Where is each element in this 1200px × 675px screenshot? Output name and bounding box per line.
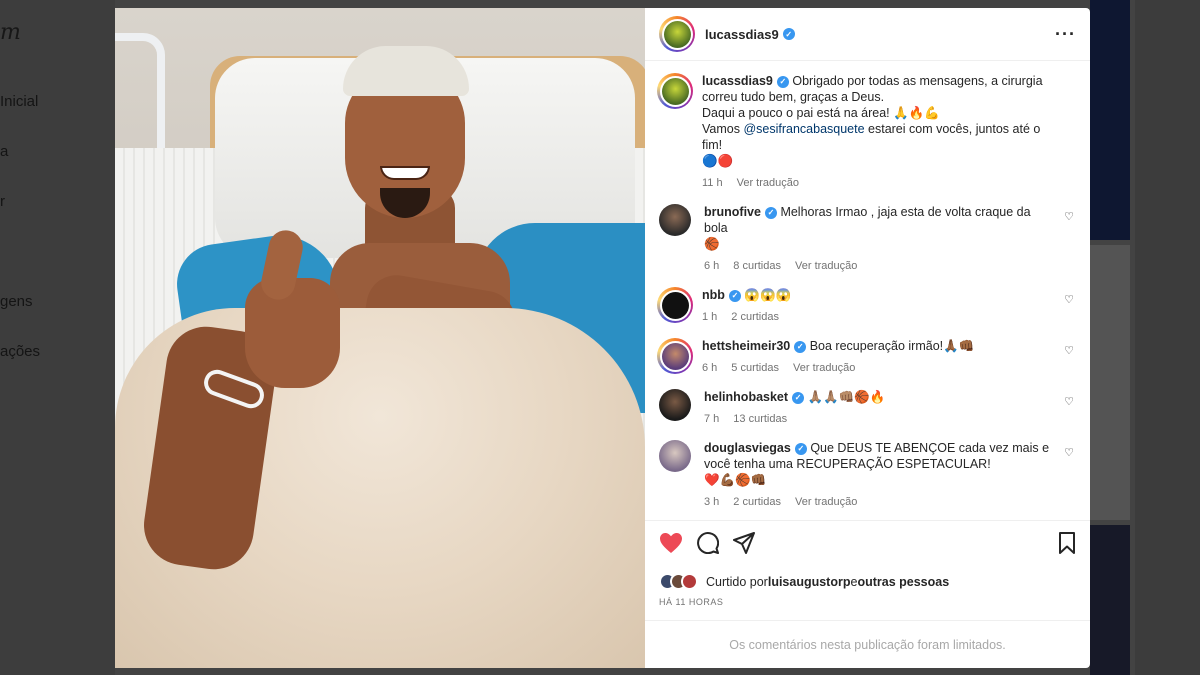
comments-list[interactable]: lucassdias9 ✓ Obrigado por todas as mensa… — [645, 61, 1090, 520]
liked-by-and: e — [850, 574, 858, 589]
liked-by-prefix: Curtido por — [706, 574, 768, 589]
mention-link[interactable]: @sesifrancabasquete — [743, 122, 864, 136]
verified-badge-icon: ✓ — [728, 289, 741, 302]
caption-username[interactable]: lucassdias9 — [702, 74, 773, 88]
post-details-panel: lucassdias9 ✓ ··· lucassdias9 ✓ Obrigado … — [645, 8, 1090, 668]
liker-avatars[interactable] — [659, 573, 698, 590]
comments-limited-notice: Os comentários nesta publicação foram li… — [645, 620, 1090, 668]
comment-like-heart-icon[interactable]: ♡ — [1064, 446, 1074, 459]
comment-username[interactable]: douglasviegas — [704, 441, 791, 455]
comment-username[interactable]: nbb — [702, 288, 725, 302]
translate-link[interactable]: Ver tradução — [737, 175, 799, 191]
translate-link[interactable]: Ver tradução — [795, 258, 857, 274]
commenter-avatar[interactable] — [657, 338, 693, 374]
comment-text: 😱😱😱 — [744, 288, 792, 302]
commenter-avatar[interactable] — [659, 204, 691, 236]
comment-like-heart-icon[interactable]: ♡ — [1064, 344, 1074, 357]
caption-emoji: 🔵🔴 — [702, 154, 734, 168]
comment-item: brunofive ✓ Melhoras Irmao , jaja esta de… — [659, 204, 1076, 274]
comment-username[interactable]: brunofive — [704, 205, 761, 219]
liked-by-user[interactable]: luisaugustorp — [768, 575, 851, 589]
verified-badge-icon: ✓ — [776, 75, 789, 88]
action-icons-row — [659, 531, 1076, 559]
bookmark-icon[interactable] — [1058, 532, 1076, 558]
caption-text: Daqui a pouco o pai está na área! 🙏🔥💪 — [702, 106, 940, 120]
liked-by-others[interactable]: outras pessoas — [857, 575, 949, 589]
comment-time: 1 h — [702, 311, 718, 323]
verified-badge-icon: ✓ — [794, 442, 807, 455]
translate-link[interactable]: Ver tradução — [793, 360, 855, 376]
author-username[interactable]: lucassdias9 — [705, 27, 779, 42]
caption-avatar[interactable] — [657, 73, 693, 109]
verified-badge-icon: ✓ — [782, 28, 795, 40]
comment-likes[interactable]: 8 curtidas — [733, 258, 781, 274]
share-icon[interactable] — [733, 532, 755, 558]
comment-like-heart-icon[interactable]: ♡ — [1064, 293, 1074, 306]
comment-item: nbb ✓ 😱😱😱 1 h 2 curtidas ♡ — [657, 287, 1076, 325]
post-caption: lucassdias9 ✓ Obrigado por todas as mensa… — [657, 73, 1076, 191]
comment-text: 🏀 — [704, 237, 720, 251]
author-avatar[interactable] — [659, 16, 695, 52]
post-actions: Curtido por luisaugustorp e outras pesso… — [645, 520, 1090, 607]
heart-icon[interactable] — [659, 532, 683, 558]
comment-likes[interactable]: 2 curtidas — [733, 494, 781, 510]
translate-link[interactable]: Ver tradução — [795, 494, 857, 510]
comment-username[interactable]: helinhobasket — [704, 390, 788, 404]
comment-likes[interactable]: 13 curtidas — [733, 411, 787, 427]
verified-badge-icon: ✓ — [794, 340, 807, 353]
post-time[interactable]: HÁ 11 HORAS — [659, 597, 1076, 607]
comment-time: 6 h — [704, 260, 720, 272]
verified-badge-icon: ✓ — [764, 206, 777, 219]
comment-like-heart-icon[interactable]: ♡ — [1064, 210, 1074, 223]
comment-like-heart-icon[interactable]: ♡ — [1064, 395, 1074, 408]
more-options-icon[interactable]: ··· — [1055, 24, 1076, 45]
comment-item: douglasviegas ✓ Que DEUS TE ABENÇOE cada … — [659, 440, 1076, 510]
caption-time: 11 h — [702, 177, 723, 189]
comment-likes[interactable]: 2 curtidas — [731, 309, 779, 325]
comment-item: helinhobasket ✓ 🙏🏽🙏🏽👊🏽🏀🔥 7 h 13 curtidas … — [659, 389, 1076, 427]
liked-by: Curtido por luisaugustorp e outras pesso… — [659, 573, 1076, 590]
comment-time: 6 h — [702, 362, 718, 374]
post-header: lucassdias9 ✓ ··· — [645, 8, 1090, 61]
comment-text: ❤️💪🏾🏀👊🏾 — [704, 473, 767, 487]
comment-text: 🙏🏽🙏🏽👊🏽🏀🔥 — [807, 390, 886, 404]
post-photo[interactable] — [115, 8, 645, 668]
comment-time: 7 h — [704, 413, 720, 425]
comment-likes[interactable]: 5 curtidas — [731, 360, 779, 376]
comment-text: Boa recuperação irmão!🙏🏾👊🏾 — [809, 339, 975, 353]
verified-badge-icon: ✓ — [792, 391, 805, 404]
comment-icon[interactable] — [697, 532, 720, 558]
comment-username[interactable]: hettsheimeir30 — [702, 339, 790, 353]
comment-time: 3 h — [704, 496, 720, 508]
commenter-avatar[interactable] — [659, 440, 691, 472]
post-modal: lucassdias9 ✓ ··· lucassdias9 ✓ Obrigado … — [115, 8, 1090, 668]
caption-text: Vamos — [702, 122, 744, 136]
comment-item: hettsheimeir30 ✓ Boa recuperação irmão!🙏🏾… — [657, 338, 1076, 376]
commenter-avatar[interactable] — [657, 287, 693, 323]
commenter-avatar[interactable] — [659, 389, 691, 421]
